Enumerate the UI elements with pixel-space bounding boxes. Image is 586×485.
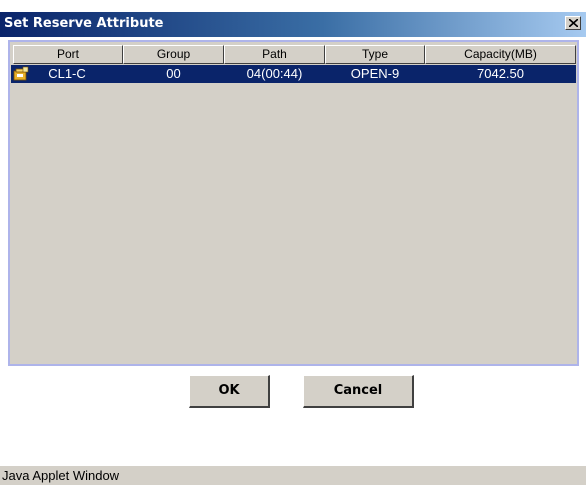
cell-port: CL1-C: [48, 66, 86, 81]
status-bar: Java Applet Window: [0, 466, 586, 485]
column-header-type[interactable]: Type: [325, 45, 425, 64]
column-header-group[interactable]: Group: [123, 45, 224, 64]
table-header: Port Group Path Type Capacity(MB): [11, 45, 576, 64]
close-icon: [569, 19, 578, 27]
cell-capacity: 7042.50: [477, 66, 524, 81]
ok-button[interactable]: OK: [189, 375, 270, 408]
table-row[interactable]: CL1-C 00 04(00:44) OPEN-9 7042.50: [11, 65, 576, 83]
column-header-path[interactable]: Path: [224, 45, 325, 64]
cell-type: OPEN-9: [350, 66, 400, 81]
dialog-title: Set Reserve Attribute: [4, 16, 164, 31]
cell-group: 00: [166, 66, 181, 81]
column-header-port[interactable]: Port: [13, 45, 123, 64]
title-bar[interactable]: Set Reserve Attribute: [0, 12, 586, 37]
column-header-capacity[interactable]: Capacity(MB): [425, 45, 576, 64]
reserve-table: Port Group Path Type Capacity(MB) CL1-C …: [8, 40, 579, 366]
dialog-window: Set Reserve Attribute Port Group Path Ty…: [0, 0, 586, 485]
close-button[interactable]: [565, 16, 581, 30]
cancel-button[interactable]: Cancel: [303, 375, 414, 408]
volume-folder-icon: [13, 66, 29, 82]
cell-path: 04(00:44): [246, 66, 303, 81]
table-viewport: Port Group Path Type Capacity(MB) CL1-C …: [11, 43, 576, 363]
